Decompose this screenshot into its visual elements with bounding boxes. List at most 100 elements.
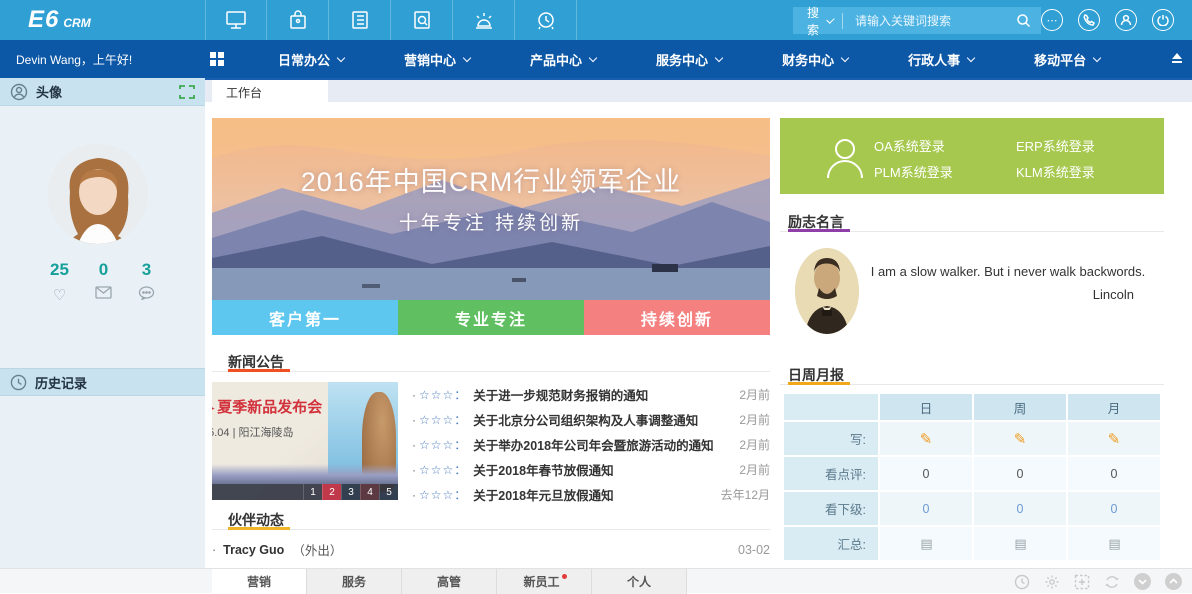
nav-item-mobile-platform[interactable]: 移动平台 [1004,40,1130,78]
chevron-down-icon [337,54,345,62]
news-link[interactable]: 关于2018年元旦放假通知 [473,485,712,504]
carousel-title: ➤夏季新品发布会 [212,396,322,417]
avatar-section-header[interactable]: 头像 [0,78,205,106]
chevron-down-icon [967,54,975,62]
nav-item-hr-admin[interactable]: 行政人事 [878,40,1004,78]
nav-label: 服务中心 [656,50,708,69]
summary-list-icon[interactable]: ▤ [1014,536,1025,551]
power-icon[interactable] [1152,9,1174,31]
subordinate-count-link[interactable]: 0 [974,492,1066,525]
gear-icon[interactable] [1044,574,1060,590]
expand-icon[interactable] [179,85,195,99]
news-carousel[interactable]: ➤夏季新品发布会 15.04 | 阳江海陵岛 1 2 3 4 5 [212,382,398,500]
likes-count: 25 [50,260,69,280]
checklist-icon[interactable] [329,0,391,40]
pencil-icon[interactable]: ✎ [920,431,933,448]
news-link[interactable]: 关于2018年春节放假通知 [473,460,731,479]
chevron-down-icon [841,54,849,62]
carousel-page-2[interactable]: 2 [322,484,341,500]
nav-item-marketing-center[interactable]: 营销中心 [374,40,500,78]
comment-stat[interactable]: 3 [138,260,155,304]
collapse-icon[interactable] [1170,51,1184,68]
subordinate-count-link[interactable]: 0 [880,492,972,525]
news-link[interactable]: 关于北京分公司组织架构及人事调整通知 [473,410,731,429]
news-date: 2月前 [739,411,770,428]
bullet: · [412,413,416,427]
scroll-down-icon[interactable] [1134,573,1151,590]
carousel-page-5[interactable]: 5 [379,484,398,500]
pencil-icon[interactable]: ✎ [1108,431,1121,448]
carousel-page-4[interactable]: 4 [360,484,379,500]
continuous-innovation-button[interactable]: 持续创新 [584,300,770,335]
search-category-label: 搜索 [807,4,822,38]
bottom-tab-new-employee[interactable]: 新员工 [497,569,592,594]
arrow-icon: ➤ [212,402,215,415]
likes-stat[interactable]: 25 ♡ [50,260,69,304]
news-link[interactable]: 关于举办2018年公司年会暨旅游活动的通知 [473,435,731,454]
summary-list-icon[interactable]: ▤ [920,536,931,551]
report-col-month: 月 [1068,394,1160,420]
plm-login-link[interactable]: PLM系统登录 [874,162,953,181]
report-col-week: 周 [974,394,1066,420]
history-section-header[interactable]: 历史记录 [0,368,205,396]
nav-item-finance-center[interactable]: 财务中心 [752,40,878,78]
nav-item-daily-office[interactable]: 日常办公 [248,40,374,78]
tab-label: 营销 [247,573,271,590]
report-header-underline [788,382,850,385]
more-icon[interactable]: ⋯ [1041,9,1063,31]
mail-stat[interactable]: 0 [95,260,112,304]
tab-label: 服务 [342,573,366,590]
customer-first-button[interactable]: 客户第一 [212,300,398,335]
professional-focus-button[interactable]: 专业专注 [398,300,584,335]
clock-icon[interactable] [515,0,577,40]
report-row-subordinates: 看下级: 0 0 0 [784,492,1160,525]
subordinate-count-link[interactable]: 0 [1068,492,1160,525]
desktop-icon[interactable] [205,0,267,40]
search-icon[interactable] [1016,13,1041,28]
nav-item-product-center[interactable]: 产品中心 [500,40,626,78]
bottom-tab-marketing[interactable]: 营销 [212,569,307,594]
shopping-bag-icon[interactable] [267,0,329,40]
partner-name-link[interactable]: Tracy Guo [223,543,284,557]
tab-workbench[interactable]: 工作台 [212,80,328,104]
user-icon[interactable] [1115,9,1137,31]
search-category-dropdown[interactable]: 搜索 [793,4,842,38]
avatar[interactable] [48,144,148,244]
scroll-up-icon[interactable] [1165,573,1182,590]
chevron-down-icon [589,54,597,62]
bottom-tab-executive[interactable]: 高管 [402,569,497,594]
alarm-siren-icon[interactable] [453,0,515,40]
summary-list-icon[interactable]: ▤ [1108,536,1119,551]
chevron-down-icon [715,54,723,62]
phone-icon[interactable] [1078,9,1100,31]
carousel-page-1[interactable]: 1 [303,484,322,500]
bottom-tab-personal[interactable]: 个人 [592,569,687,594]
bottom-tab-service[interactable]: 服务 [307,569,402,594]
search-box: 搜索 [793,7,1041,34]
refresh-icon[interactable] [1104,574,1120,590]
topbar-icon-group [205,0,577,40]
klm-login-link[interactable]: KLM系统登录 [1016,162,1095,181]
erp-login-link[interactable]: ERP系统登录 [1016,136,1095,155]
pencil-icon[interactable]: ✎ [1014,431,1027,448]
tab-label: 工作台 [226,84,262,101]
bottom-bar: 营销 服务 高管 新员工 个人 [0,568,1192,593]
mail-count: 0 [95,260,112,280]
news-link[interactable]: 关于进一步规范财务报销的通知 [473,385,731,404]
carousel-page-3[interactable]: 3 [341,484,360,500]
banner[interactable]: 2016年中国CRM行业领军企业 十年专注 持续创新 [212,118,770,300]
apps-grid-icon[interactable] [210,52,224,66]
bullet: · [412,463,416,477]
partner-date: 03-02 [738,543,770,557]
add-widget-icon[interactable] [1074,574,1090,590]
comment-icon [138,286,155,304]
oa-login-link[interactable]: OA系统登录 [874,136,945,155]
search-input[interactable] [843,14,1016,28]
history-circle-icon[interactable] [1014,574,1030,590]
avatar-header-label: 头像 [36,82,62,101]
stars-icon: ☆☆☆： [419,436,467,453]
bottom-right-icons [1014,573,1182,590]
search-doc-icon[interactable] [391,0,453,40]
button-label: 专业专注 [455,306,527,330]
nav-item-service-center[interactable]: 服务中心 [626,40,752,78]
